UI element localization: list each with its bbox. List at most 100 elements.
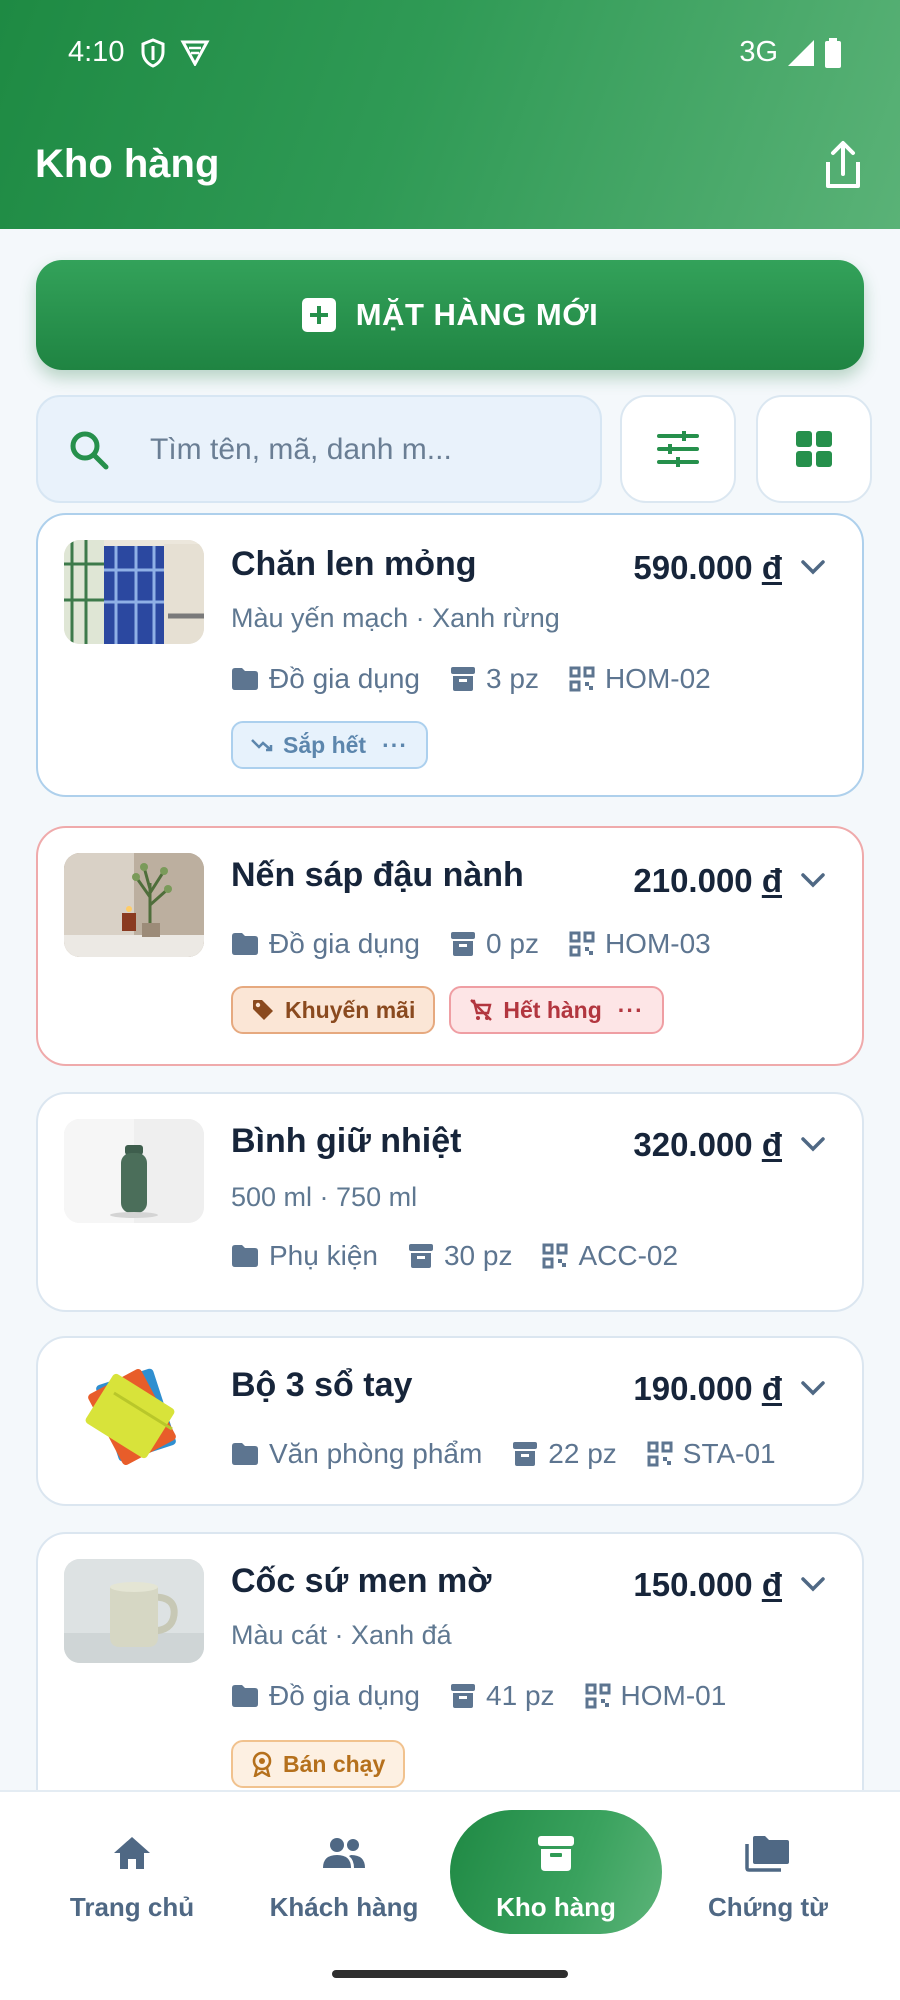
product-price: 190.000 đ bbox=[633, 1370, 782, 1407]
page-title: Kho hàng bbox=[35, 142, 220, 186]
vpn-icon bbox=[180, 40, 210, 66]
product-price: 210.000 đ bbox=[633, 862, 782, 899]
add-box-icon bbox=[301, 298, 336, 332]
home-icon bbox=[114, 1837, 150, 1869]
status-badge-promotion[interactable]: Khuyến mãi bbox=[231, 986, 436, 1034]
chevron-down-icon[interactable] bbox=[800, 1576, 826, 1592]
qr-code-icon bbox=[647, 1441, 673, 1467]
chevron-down-icon[interactable] bbox=[800, 872, 826, 888]
product-stock: 3 pz bbox=[486, 663, 539, 694]
grid-icon bbox=[796, 431, 832, 467]
award-icon bbox=[252, 1751, 272, 1777]
product-sku: ACC-02 bbox=[578, 1240, 679, 1271]
app-bar: 4:10 3G Kho hàng bbox=[0, 0, 900, 229]
product-variants: Màu yến mạch · Xanh rừng bbox=[231, 603, 560, 633]
product-card[interactable]: Cốc sứ men mờ 150.000 đ Màu cát · Xanh đ… bbox=[36, 1532, 864, 1790]
product-sku: HOM-03 bbox=[604, 928, 711, 959]
nav-item-customers[interactable]: Khách hàng bbox=[239, 1828, 449, 1948]
nav-item-inventory[interactable]: Kho hàng bbox=[450, 1810, 662, 1934]
nav-item-home[interactable]: Trang chủ bbox=[27, 1828, 237, 1948]
product-thumbnail bbox=[64, 1559, 204, 1663]
box-icon bbox=[451, 1684, 476, 1708]
product-stock: 22 pz bbox=[548, 1438, 617, 1469]
archive-icon bbox=[538, 1836, 574, 1871]
status-time: 4:10 bbox=[68, 36, 125, 68]
status-badge-best-seller[interactable]: Bán chạy bbox=[231, 1740, 406, 1788]
product-meta: Phụ kiện 30 pz ACC-02 bbox=[231, 1240, 708, 1272]
product-card[interactable]: Nến sáp đậu nành 210.000 đ Đồ gia dụng 0… bbox=[36, 826, 864, 1066]
product-thumbnail bbox=[64, 1119, 204, 1223]
product-name: Chăn len mỏng bbox=[231, 545, 477, 583]
qr-code-icon bbox=[569, 931, 595, 957]
product-sku: HOM-02 bbox=[604, 663, 711, 694]
box-icon bbox=[513, 1442, 538, 1466]
battery-icon bbox=[825, 37, 841, 68]
product-category: Đồ gia dụng bbox=[269, 663, 421, 694]
product-thumbnail bbox=[64, 1363, 204, 1467]
product-category: Phụ kiện bbox=[269, 1240, 378, 1271]
status-badge-out-of-stock[interactable]: Hết hàng ··· bbox=[449, 986, 664, 1034]
search-input[interactable]: Tìm tên, mã, danh m... bbox=[36, 395, 602, 503]
tag-icon bbox=[253, 1000, 273, 1020]
box-icon bbox=[451, 932, 476, 956]
sliders-icon bbox=[657, 431, 699, 467]
product-name: Cốc sứ men mờ bbox=[231, 1562, 492, 1600]
product-sku: HOM-01 bbox=[620, 1680, 727, 1711]
network-type: 3G bbox=[739, 36, 778, 68]
product-category: Đồ gia dụng bbox=[269, 1680, 421, 1711]
signal-icon bbox=[788, 39, 814, 66]
box-icon bbox=[451, 667, 476, 691]
product-price: 590.000 đ bbox=[633, 549, 782, 586]
product-card[interactable]: Bình giữ nhiệt 320.000 đ 500 ml · 750 ml… bbox=[36, 1092, 864, 1312]
product-name: Bộ 3 sổ tay bbox=[231, 1366, 413, 1404]
search-icon bbox=[70, 431, 109, 470]
folder-icon bbox=[232, 1685, 258, 1707]
product-meta: Đồ gia dụng 3 pz HOM-02 bbox=[231, 663, 741, 695]
product-meta: Đồ gia dụng 41 pz HOM-01 bbox=[231, 1680, 756, 1712]
product-sku: STA-01 bbox=[682, 1438, 776, 1469]
status-badge-low-stock[interactable]: Sắp hết ··· bbox=[231, 721, 429, 769]
qr-code-icon bbox=[569, 666, 595, 692]
share-icon[interactable] bbox=[820, 140, 866, 192]
product-name: Bình giữ nhiệt bbox=[231, 1122, 462, 1160]
box-icon bbox=[408, 1244, 433, 1268]
search-placeholder: Tìm tên, mã, danh m... bbox=[150, 433, 452, 466]
product-stock: 30 pz bbox=[443, 1240, 513, 1271]
product-variants: 500 ml · 750 ml bbox=[231, 1182, 418, 1212]
nav-item-documents[interactable]: Chứng từ bbox=[663, 1828, 873, 1948]
status-bar: 4:10 3G bbox=[68, 36, 842, 70]
product-list[interactable]: Chăn len mỏng 590.000 đ Màu yến mạch · X… bbox=[0, 512, 900, 1790]
product-thumbnail bbox=[64, 540, 204, 644]
product-stock: 0 pz bbox=[486, 928, 539, 959]
chevron-down-icon[interactable] bbox=[800, 1136, 826, 1152]
filter-button[interactable] bbox=[620, 395, 736, 503]
folders-icon bbox=[745, 1836, 789, 1872]
new-item-button[interactable]: MẶT HÀNG MỚI bbox=[36, 260, 864, 370]
product-thumbnail bbox=[64, 853, 204, 957]
gesture-bar[interactable] bbox=[332, 1970, 568, 1978]
cart-off-icon bbox=[470, 999, 493, 1021]
chevron-down-icon[interactable] bbox=[800, 1380, 826, 1396]
product-price: 320.000 đ bbox=[633, 1126, 782, 1163]
new-item-label: MẶT HÀNG MỚI bbox=[355, 297, 599, 332]
qr-code-icon bbox=[585, 1683, 611, 1709]
product-meta: Đồ gia dụng 0 pz HOM-03 bbox=[231, 928, 741, 960]
product-price: 150.000 đ bbox=[633, 1566, 782, 1603]
more-icon: ··· bbox=[382, 731, 409, 758]
product-variants: Màu cát · Xanh đá bbox=[231, 1620, 452, 1650]
folder-icon bbox=[232, 668, 258, 690]
chevron-down-icon[interactable] bbox=[800, 559, 826, 575]
grid-view-button[interactable] bbox=[756, 395, 872, 503]
product-card[interactable]: Bộ 3 sổ tay 190.000 đ Văn phòng phẩm 22 … bbox=[36, 1336, 864, 1506]
product-meta: Văn phòng phẩm 22 pz STA-01 bbox=[231, 1438, 806, 1470]
folder-icon bbox=[232, 1443, 258, 1465]
folder-icon bbox=[232, 933, 258, 955]
folder-icon bbox=[232, 1245, 258, 1267]
product-stock: 41 pz bbox=[486, 1680, 555, 1711]
product-name: Nến sáp đậu nành bbox=[231, 856, 524, 894]
people-icon bbox=[323, 1838, 365, 1868]
bottom-navigation: Trang chủ Khách hàng Kho hàng Chứng từ bbox=[0, 1790, 900, 2000]
product-card[interactable]: Chăn len mỏng 590.000 đ Màu yến mạch · X… bbox=[36, 513, 864, 797]
product-category: Đồ gia dụng bbox=[269, 928, 421, 959]
trending-down-icon bbox=[251, 739, 273, 752]
